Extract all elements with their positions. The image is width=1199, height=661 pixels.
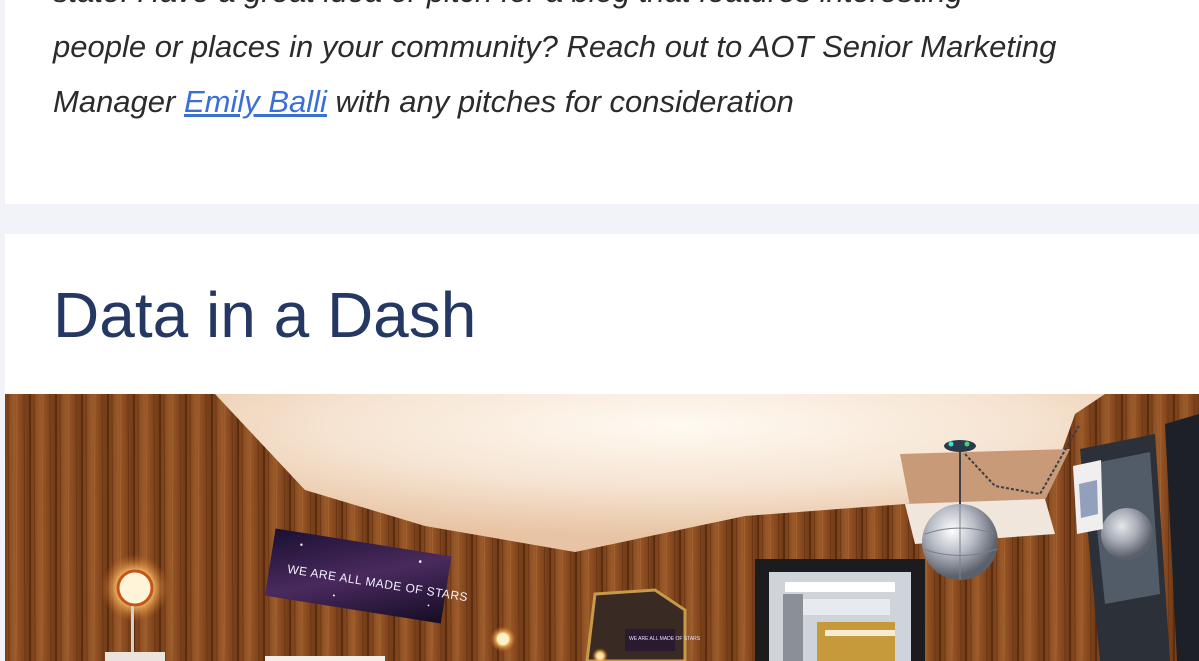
section-title: Data in a Dash <box>53 279 477 351</box>
page: state. Have a great idea or pitch for a … <box>0 0 1199 661</box>
article-blurb: state. Have a great idea or pitch for a … <box>53 0 1173 129</box>
mirror-reflection-text: WE ARE ALL MADE OF STARS <box>629 636 701 642</box>
blurb-line-1: state. Have a great idea or pitch for a … <box>53 0 963 9</box>
article-card: state. Have a great idea or pitch for a … <box>5 0 1199 204</box>
blurb-line-3-end: with any pitches for consideration <box>326 84 794 119</box>
data-in-a-dash-card: Data in a Dash WE ARE ALL MADE OF STARS … <box>5 234 1199 661</box>
room-photo: WE ARE ALL MADE OF STARS WE ARE ALL MADE… <box>5 394 1199 661</box>
contact-link-emily-balli[interactable]: Emily Balli <box>184 84 327 119</box>
blurb-line-2: people or places in your community? Reac… <box>53 29 1057 64</box>
blurb-line-3-start: Manager <box>53 84 184 119</box>
